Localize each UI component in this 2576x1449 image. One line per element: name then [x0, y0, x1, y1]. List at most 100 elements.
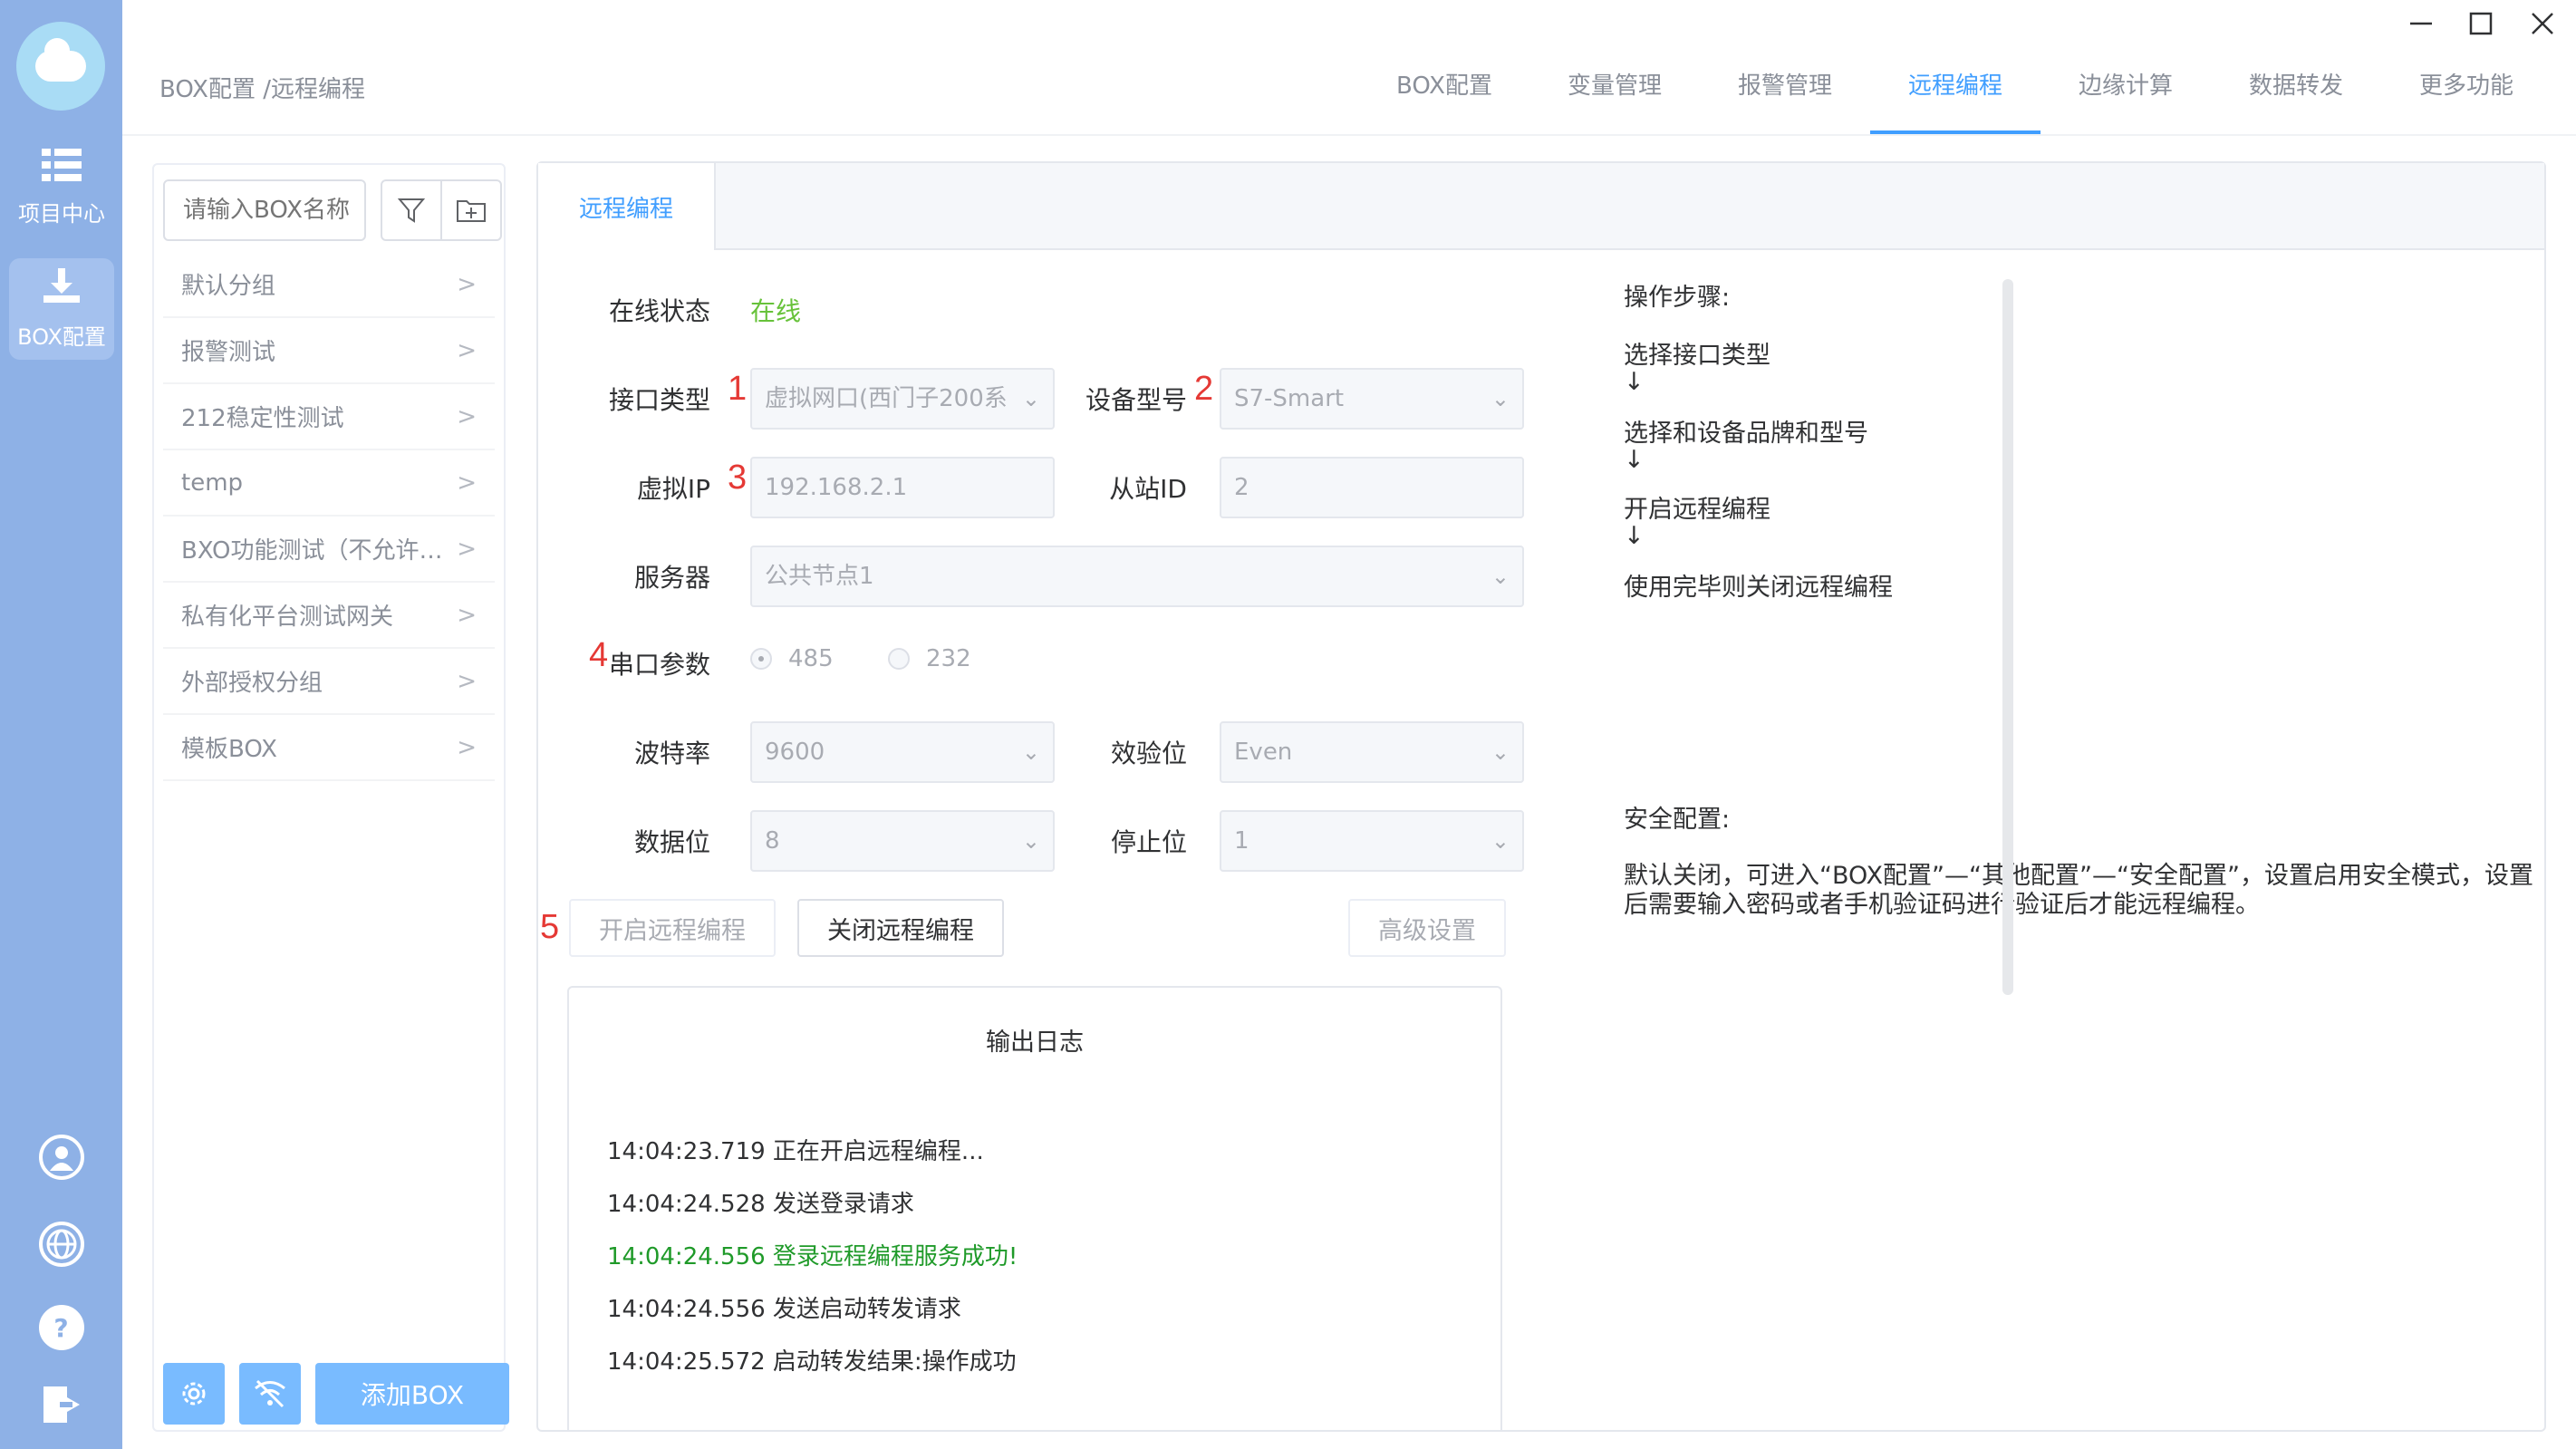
- marker-1: 1: [728, 370, 748, 408]
- chevron-down-icon: ⌄: [1491, 828, 1510, 854]
- online-status-label: 在线状态: [608, 296, 710, 326]
- security-text-line2: 后需要输入密码或者手机验证码进行验证后才能远程编程。: [1624, 891, 2260, 919]
- tab-more-functions[interactable]: 更多功能: [2381, 56, 2552, 136]
- rail-item-project-center[interactable]: 项目中心: [9, 136, 114, 237]
- step-item: 开启远程编程: [1624, 496, 1770, 524]
- tab-remote-programming-inner[interactable]: 远程编程: [538, 163, 716, 250]
- app-logo[interactable]: [16, 22, 105, 111]
- data-bits-label: 数据位: [633, 827, 710, 857]
- top-tabs: BOX配置 变量管理 报警管理 远程编程 边缘计算 数据转发 更多功能: [1359, 56, 2552, 136]
- serial-radio-485[interactable]: 485: [750, 645, 834, 672]
- box-group-panel: 默认分组 > 报警测试 > 212稳定性测试 > temp > BXO功能测试（不允许删…: [152, 163, 509, 1432]
- user-icon[interactable]: [38, 1135, 84, 1180]
- add-folder-icon: [457, 200, 486, 222]
- parity-select[interactable]: Even ⌄: [1220, 721, 1524, 783]
- group-item[interactable]: 外部授权分组 >: [163, 649, 495, 715]
- device-model-label: 设备型号: [1085, 385, 1187, 415]
- baud-rate-value: 9600: [765, 739, 825, 766]
- grid-icon: [42, 147, 82, 190]
- close-remote-programming-button[interactable]: 关闭远程编程: [797, 899, 1004, 957]
- left-rail: 项目中心 BOX配置 ?: [0, 0, 122, 1449]
- chevron-down-icon: ⌄: [1021, 739, 1040, 765]
- group-list: 默认分组 > 报警测试 > 212稳定性测试 > temp > BXO功能测试（不允许删…: [163, 252, 495, 781]
- slave-id-value: 2: [1234, 474, 1249, 501]
- interface-type-value: 虚拟网口(西门子200系列): [765, 385, 1008, 412]
- chevron-right-icon: >: [457, 336, 477, 364]
- data-bits-select[interactable]: 8 ⌄: [750, 810, 1055, 872]
- output-log-panel: 输出日志 14:04:23.719 正在开启远程编程... 14:04:24.5…: [567, 986, 1502, 1432]
- server-select[interactable]: 公共节点1 ⌄: [750, 546, 1524, 607]
- rail-label-box-config: BOX配置: [17, 324, 106, 350]
- close-icon[interactable]: [2530, 11, 2555, 43]
- group-item[interactable]: 私有化平台测试网关 >: [163, 583, 495, 649]
- tab-data-forwarding[interactable]: 数据转发: [2211, 56, 2381, 136]
- settings-button[interactable]: [163, 1363, 225, 1425]
- arrow-down-icon: ↓: [1624, 522, 1645, 550]
- tab-alarm-management[interactable]: 报警管理: [1700, 56, 1870, 136]
- tab-box-config[interactable]: BOX配置: [1359, 56, 1529, 136]
- virtual-ip-label: 虚拟IP: [636, 474, 710, 504]
- rail-label-project-center: 项目中心: [18, 200, 105, 227]
- step-item: 选择和设备品牌和型号: [1624, 420, 1868, 448]
- group-item[interactable]: 212稳定性测试 >: [163, 384, 495, 450]
- rail-item-box-config[interactable]: BOX配置: [9, 258, 114, 360]
- virtual-ip-field[interactable]: 192.168.2.1: [750, 457, 1055, 518]
- marker-3: 3: [728, 459, 748, 497]
- radio-dot: [750, 648, 772, 670]
- chevron-right-icon: >: [457, 535, 477, 563]
- help-icon[interactable]: ?: [38, 1305, 84, 1350]
- scrollbar[interactable]: [2002, 279, 2013, 995]
- log-line: 14:04:23.719 正在开启远程编程...: [607, 1138, 984, 1165]
- serial-radio-485-label: 485: [788, 645, 834, 672]
- slave-id-field[interactable]: 2: [1220, 457, 1524, 518]
- wifi-off-button[interactable]: [239, 1363, 301, 1425]
- marker-5: 5: [540, 908, 560, 946]
- chevron-right-icon: >: [457, 402, 477, 430]
- chevron-right-icon: >: [457, 270, 477, 298]
- stop-bits-select[interactable]: 1 ⌄: [1220, 810, 1524, 872]
- interface-type-select[interactable]: 虚拟网口(西门子200系列) ⌄: [750, 368, 1055, 430]
- server-value: 公共节点1: [765, 563, 874, 590]
- log-line: 14:04:24.556 发送启动转发请求: [607, 1296, 961, 1323]
- open-remote-programming-button[interactable]: 开启远程编程: [569, 899, 776, 957]
- tab-edge-computing[interactable]: 边缘计算: [2041, 56, 2211, 136]
- security-title: 安全配置:: [1624, 806, 1731, 834]
- parity-value: Even: [1234, 739, 1293, 766]
- online-status-value: 在线: [750, 296, 802, 326]
- log-line: 14:04:24.556 登录远程编程服务成功!: [607, 1243, 1018, 1270]
- step-item: 使用完毕则关闭远程编程: [1624, 574, 1893, 602]
- globe-icon[interactable]: [38, 1222, 84, 1267]
- group-item[interactable]: 报警测试 >: [163, 318, 495, 384]
- chevron-right-icon: >: [457, 733, 477, 761]
- serial-radio-232[interactable]: 232: [888, 645, 971, 672]
- exit-icon[interactable]: [42, 1385, 82, 1428]
- group-item[interactable]: 默认分组 >: [163, 252, 495, 318]
- group-item[interactable]: temp >: [163, 450, 495, 517]
- device-model-select[interactable]: S7-Smart ⌄: [1220, 368, 1524, 430]
- group-item-label: 212稳定性测试: [181, 405, 344, 432]
- add-box-button[interactable]: 添加BOX: [315, 1363, 509, 1425]
- baud-rate-select[interactable]: 9600 ⌄: [750, 721, 1055, 783]
- radio-dot: [888, 648, 910, 670]
- minimize-icon[interactable]: [2408, 11, 2434, 43]
- group-item[interactable]: BXO功能测试（不允许删除） >: [163, 517, 495, 583]
- chevron-down-icon: ⌄: [1491, 564, 1510, 589]
- filter-button[interactable]: [381, 179, 442, 241]
- advanced-settings-button[interactable]: 高级设置: [1348, 899, 1506, 957]
- tab-variable-management[interactable]: 变量管理: [1529, 56, 1700, 136]
- box-search-input[interactable]: [163, 179, 366, 241]
- add-folder-button[interactable]: [440, 179, 502, 241]
- interface-type-label: 接口类型: [608, 385, 710, 415]
- group-item-label: BXO功能测试（不允许删除）: [181, 537, 444, 565]
- parity-label: 效验位: [1110, 739, 1187, 768]
- maximize-icon[interactable]: [2468, 11, 2494, 43]
- left-panel-actions: 添加BOX: [163, 1363, 509, 1425]
- chevron-down-icon: ⌄: [1491, 386, 1510, 411]
- server-label: 服务器: [633, 563, 710, 593]
- group-item[interactable]: 模板BOX >: [163, 715, 495, 781]
- tab-remote-programming[interactable]: 远程编程: [1870, 56, 2041, 136]
- gear-icon: [182, 1382, 206, 1406]
- header-divider: [122, 134, 2576, 136]
- step-item: 选择接口类型: [1624, 342, 1770, 370]
- chevron-down-icon: ⌄: [1021, 386, 1040, 411]
